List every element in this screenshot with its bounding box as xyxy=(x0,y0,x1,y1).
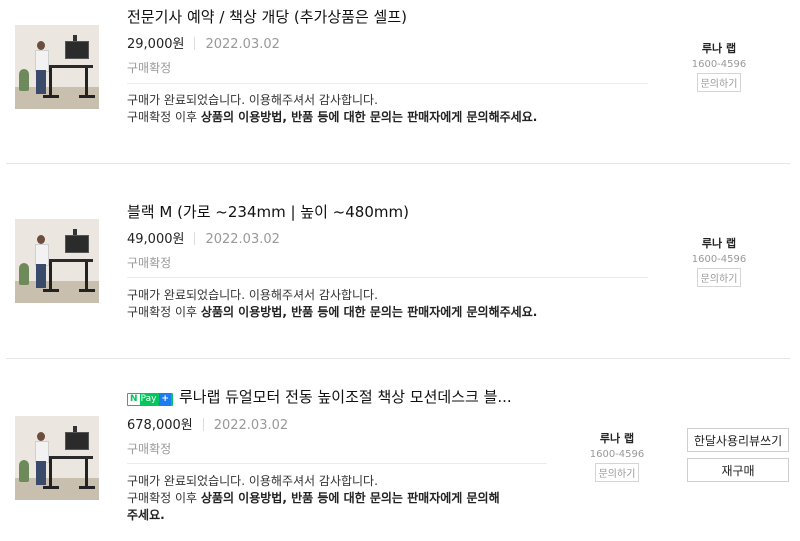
inquiry-button[interactable]: 문의하기 xyxy=(696,268,742,287)
seller-phone: 1600-4596 xyxy=(691,59,747,70)
order-date: 2022.03.02 xyxy=(205,232,280,247)
write-review-button[interactable]: 한달사용리뷰쓰기 xyxy=(687,428,789,452)
order-status: 구매확정 xyxy=(127,442,172,456)
seller-info: 루나 랩 1600-4596 문의하기 xyxy=(689,40,749,92)
product-title[interactable]: 루나랩 듀얼모터 전동 높이조절 책상 모션데스크 블... xyxy=(179,388,512,406)
price-date-line: 678,000원 2022.03.02 xyxy=(127,414,288,433)
product-thumbnail[interactable] xyxy=(15,25,99,109)
order-date: 2022.03.02 xyxy=(213,418,289,433)
message-line-2: 구매확정 이후 상품의 이용방법, 반품 등에 대한 문의는 판매자에게 문의해… xyxy=(127,305,538,319)
price: 29,000원 xyxy=(127,37,185,52)
order-status: 구매확정 xyxy=(127,256,172,270)
inquiry-button[interactable]: 문의하기 xyxy=(594,463,640,482)
seller-phone: 1600-4596 xyxy=(691,254,747,265)
npay-plus-badge: N Pay + xyxy=(127,393,173,406)
product-title[interactable]: 전문기사 예약 / 책상 개당 (추가상품은 셀프) xyxy=(127,6,407,27)
message-line-2: 구매확정 이후 상품의 이용방법, 반품 등에 대한 문의는 판매자에게 문의해 xyxy=(127,491,500,505)
price-date-line: 49,000원 2022.03.02 xyxy=(127,228,280,247)
row-separator xyxy=(6,163,790,164)
purchase-message: 구매가 완료되었습니다. 이용해주셔서 감사합니다. 구매확정 이후 상품의 이… xyxy=(127,92,667,126)
row-separator xyxy=(6,358,790,359)
divider xyxy=(127,277,648,278)
product-thumbnail[interactable] xyxy=(15,219,99,303)
message-line-3: 주세요. xyxy=(127,508,165,522)
price: 678,000원 xyxy=(127,418,193,433)
message-line-1: 구매가 완료되었습니다. 이용해주셔서 감사합니다. xyxy=(127,474,378,488)
message-line-1: 구매가 완료되었습니다. 이용해주셔서 감사합니다. xyxy=(127,93,378,107)
product-thumbnail[interactable] xyxy=(15,416,99,500)
order-date: 2022.03.02 xyxy=(205,37,280,52)
purchase-message: 구매가 완료되었습니다. 이용해주셔서 감사합니다. 구매확정 이후 상품의 이… xyxy=(127,287,667,321)
seller-name: 루나 랩 xyxy=(701,42,737,55)
price: 49,000원 xyxy=(127,232,185,247)
seller-name: 루나 랩 xyxy=(701,237,737,250)
message-line-1: 구매가 완료되었습니다. 이용해주셔서 감사합니다. xyxy=(127,288,378,302)
divider xyxy=(127,83,648,84)
order-status: 구매확정 xyxy=(127,61,172,75)
message-line-2: 구매확정 이후 상품의 이용방법, 반품 등에 대한 문의는 판매자에게 문의해… xyxy=(127,110,538,124)
rebuy-button[interactable]: 재구매 xyxy=(687,458,789,482)
price-date-line: 29,000원 2022.03.02 xyxy=(127,33,280,52)
divider xyxy=(127,463,547,464)
seller-name: 루나 랩 xyxy=(599,432,635,445)
inquiry-button[interactable]: 문의하기 xyxy=(696,73,742,92)
product-title[interactable]: 블랙 M (가로 ~234mm | 높이 ~480mm) xyxy=(127,201,409,222)
seller-phone: 1600-4596 xyxy=(589,449,645,460)
product-title-row: N Pay + 루나랩 듀얼모터 전동 높이조절 책상 모션데스크 블... xyxy=(127,386,512,407)
seller-info: 루나 랩 1600-4596 문의하기 xyxy=(587,430,647,482)
purchase-message: 구매가 완료되었습니다. 이용해주셔서 감사합니다. 구매확정 이후 상품의 이… xyxy=(127,473,567,524)
seller-info: 루나 랩 1600-4596 문의하기 xyxy=(689,235,749,287)
